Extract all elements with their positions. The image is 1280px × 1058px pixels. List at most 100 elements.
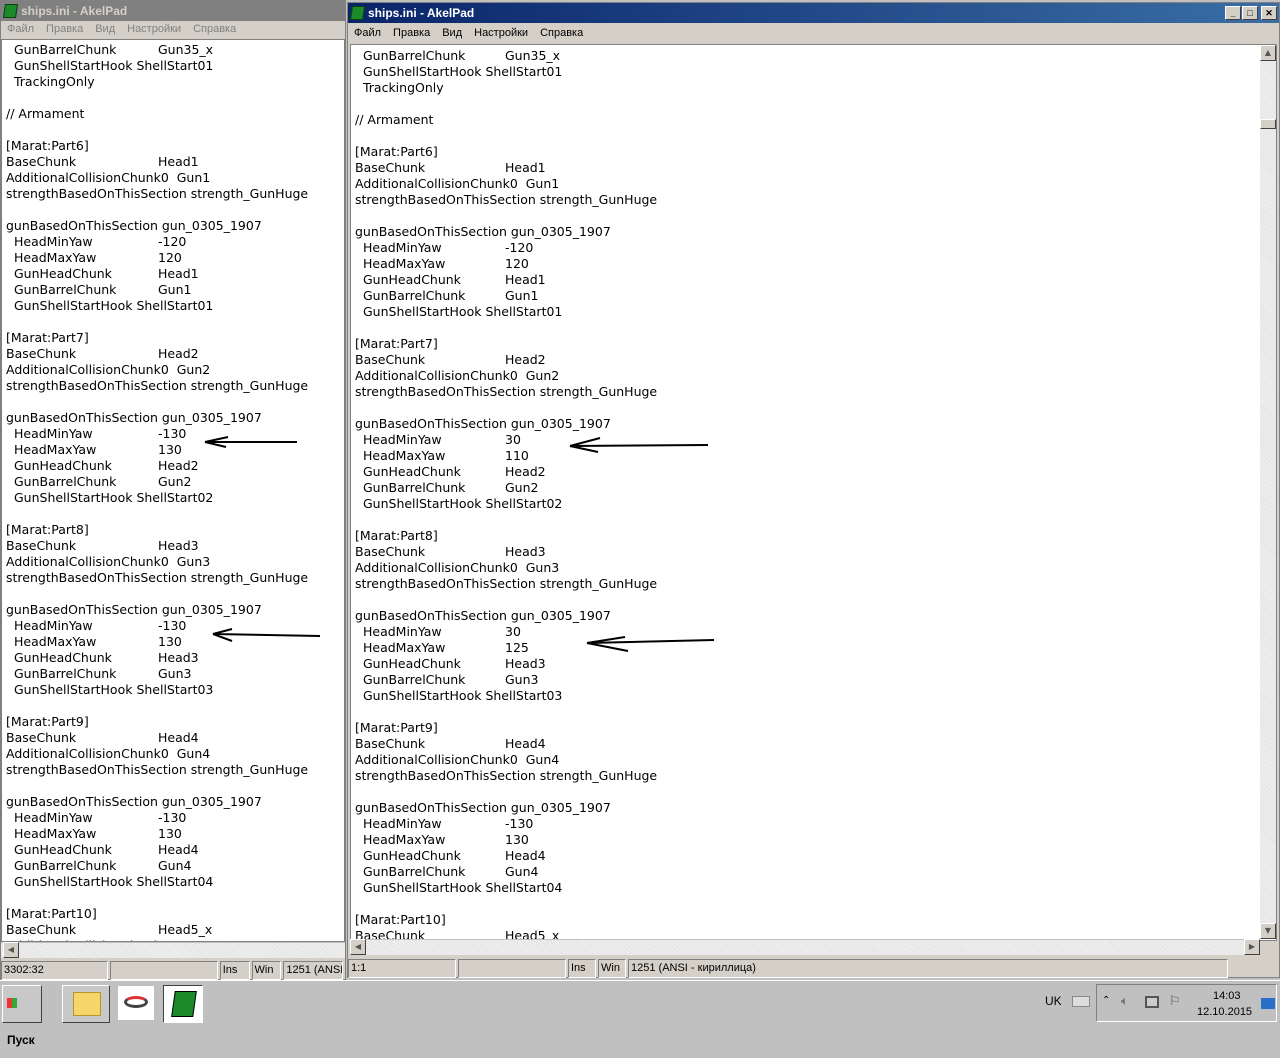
line-key: gunBasedOnThisSection gun_0305_1907 [355, 224, 611, 239]
line-key: gunBasedOnThisSection gun_0305_1907 [355, 416, 611, 431]
show-desktop-icon[interactable] [1261, 998, 1275, 1009]
system-tray: ⌃ 🔈︎ ⚐ 14:03 12.10.2015 [1096, 984, 1277, 1022]
menu-bar: Файл Правка Вид Настройки Справка [348, 23, 1279, 43]
line-key: strengthBasedOnThisSection strength_GunH… [355, 768, 658, 783]
scroll-left-button[interactable]: ◀ [3, 942, 19, 958]
line-key: GunBarrelChunk [10, 666, 117, 681]
line-value: -120 [158, 234, 187, 249]
line-key: HeadMaxYaw [359, 448, 446, 463]
line-key: AdditionalCollisionChunk0 Gun1 [355, 176, 560, 191]
keyboard-icon[interactable] [1072, 996, 1090, 1007]
line-key: strengthBasedOnThisSection strength_GunH… [355, 576, 658, 591]
line-key: BaseChunk [6, 730, 77, 745]
akelpad-window-inactive[interactable]: ships.ini - AkelPad Файл Правка Вид Настрой… [0, 0, 346, 980]
line-key: HeadMinYaw [359, 432, 442, 447]
maximize-button[interactable]: □ [1242, 6, 1258, 20]
text-editor[interactable]: GunBarrelChunk Gun35_x GunShellStartHook … [350, 44, 1277, 941]
network-icon[interactable] [1145, 996, 1159, 1008]
menu-item[interactable]: Справка [193, 23, 236, 35]
clock-time[interactable]: 14:03 [1213, 990, 1241, 1002]
line-key: gunBasedOnThisSection gun_0305_1907 [6, 794, 262, 809]
line-value: Gun3 [505, 672, 539, 687]
language-indicator[interactable]: UK [1045, 994, 1062, 1008]
line-key: AdditionalCollisionChunk0 Gun3 [6, 554, 211, 569]
menu-item[interactable]: Вид [442, 27, 462, 39]
line-key: BaseChunk [6, 346, 77, 361]
menu-item[interactable]: Правка [46, 23, 83, 35]
menu-item[interactable]: Файл [7, 23, 34, 35]
scroll-down-button[interactable]: ▼ [1260, 923, 1276, 939]
window-title: ships.ini - AkelPad [21, 4, 128, 18]
line-key: GunShellStartHook ShellStart01 [10, 58, 214, 73]
line-value: Head2 [158, 458, 199, 473]
line-value: 130 [158, 442, 182, 457]
horizontal-scrollbar[interactable] [1, 942, 345, 958]
show-hidden-icons-icon[interactable]: ⌃ [1102, 995, 1110, 1006]
minimize-button[interactable]: _ [1225, 6, 1241, 20]
menu-item[interactable]: Файл [354, 27, 381, 39]
akelpad-icon [171, 991, 197, 1017]
line-key: HeadMinYaw [359, 240, 442, 255]
akelpad-taskbar-button[interactable] [163, 985, 203, 1023]
status-field: Ins [568, 959, 596, 978]
line-key: gunBasedOnThisSection gun_0305_1907 [6, 410, 262, 425]
line-key: AdditionalCollisionChunk0 Gun1 [6, 170, 211, 185]
title-bar[interactable]: ships.ini - AkelPad _ □ ✕ [348, 3, 1279, 23]
line-key: strengthBasedOnThisSection strength_GunH… [355, 192, 658, 207]
vertical-scrollbar[interactable] [1260, 45, 1276, 925]
line-key: [Marat:Part6] [6, 138, 89, 153]
line-value: 110 [505, 448, 529, 463]
explorer-taskbar-button[interactable] [62, 985, 110, 1023]
line-key: [Marat:Part6] [355, 144, 438, 159]
clock-date[interactable]: 12.10.2015 [1197, 1006, 1252, 1018]
line-key: GunBarrelChunk [359, 672, 466, 687]
scroll-left-button[interactable]: ◀ [350, 939, 366, 955]
menu-item[interactable]: Вид [95, 23, 115, 35]
line-value: Head2 [505, 352, 546, 367]
scroll-right-button[interactable]: ▶ [1244, 939, 1260, 955]
line-key: GunShellStartHook ShellStart02 [359, 496, 563, 511]
scrollbar-thumb[interactable] [1260, 119, 1276, 129]
line-key: strengthBasedOnThisSection strength_GunH… [355, 384, 658, 399]
line-key: gunBasedOnThisSection gun_0305_1907 [6, 218, 262, 233]
menu-item[interactable]: Правка [393, 27, 430, 39]
line-key: HeadMaxYaw [359, 256, 446, 271]
title-bar[interactable]: ships.ini - AkelPad [1, 1, 345, 21]
status-field: 3302:32 [1, 961, 109, 980]
line-key: GunShellStartHook ShellStart01 [10, 298, 214, 313]
scroll-up-button[interactable]: ▲ [1260, 45, 1276, 61]
horizontal-scrollbar[interactable] [350, 939, 1260, 955]
line-value: Head1 [158, 154, 199, 169]
menu-item[interactable]: Настройки [127, 23, 181, 35]
line-value: Gun35_x [505, 48, 561, 63]
menu-item[interactable]: Справка [540, 27, 583, 39]
line-key: HeadMinYaw [10, 618, 93, 633]
action-center-flag-icon[interactable]: ⚐ [1169, 994, 1181, 1009]
line-key: BaseChunk [355, 160, 426, 175]
line-key: GunShellStartHook ShellStart01 [359, 64, 563, 79]
line-value: -120 [505, 240, 534, 255]
status-field: Win [251, 961, 282, 980]
line-value: 30 [505, 624, 521, 639]
line-value: -130 [158, 618, 187, 633]
line-key: HeadMaxYaw [10, 442, 97, 457]
status-field [110, 961, 218, 980]
app-taskbar-button[interactable] [118, 986, 154, 1020]
text-editor[interactable]: GunBarrelChunk Gun35_x GunShellStartHook … [1, 39, 345, 942]
line-value: -130 [505, 816, 534, 831]
line-key: GunShellStartHook ShellStart04 [10, 874, 214, 889]
line-value: Head2 [505, 464, 546, 479]
line-key: AdditionalCollisionChunk0 Gun4 [6, 746, 211, 761]
line-value: 130 [505, 832, 529, 847]
status-field [458, 959, 566, 978]
close-button[interactable]: ✕ [1261, 6, 1277, 20]
line-key: [Marat:Part9] [355, 720, 438, 735]
menu-item[interactable]: Настройки [474, 27, 528, 39]
line-value: Gun35_x [158, 42, 214, 57]
line-value: 120 [158, 250, 182, 265]
volume-icon[interactable]: 🔈︎ [1121, 994, 1129, 1009]
line-key: HeadMinYaw [10, 810, 93, 825]
start-button[interactable]: Пуск [2, 985, 42, 1047]
line-key: TrackingOnly [10, 74, 95, 89]
akelpad-window-active[interactable]: ships.ini - AkelPad _ □ ✕ Файл Правка Вид Н… [347, 2, 1280, 978]
